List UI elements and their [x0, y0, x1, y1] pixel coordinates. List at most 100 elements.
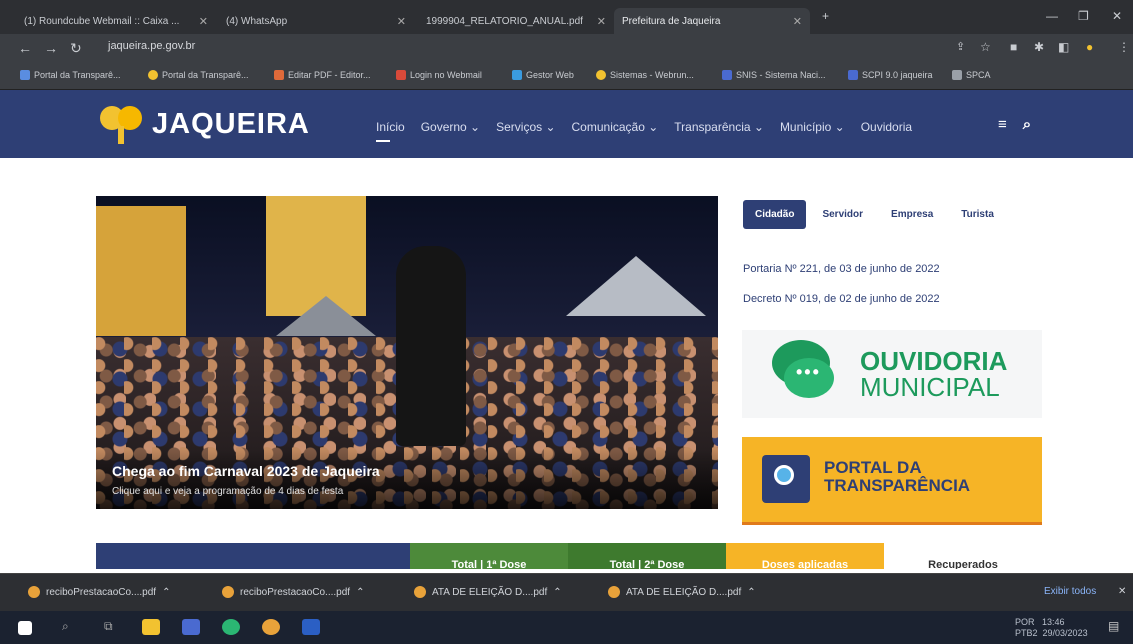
- bookmark-item[interactable]: Gestor Web: [512, 70, 574, 80]
- download-label: reciboPrestacaoCo....pdf: [240, 586, 351, 598]
- reload-icon[interactable]: ↻: [70, 40, 82, 57]
- bookmark-label: Editar PDF - Editor...: [288, 70, 371, 80]
- tab-servidor[interactable]: Servidor: [810, 200, 875, 229]
- nav-item-municipio[interactable]: Município ⌄: [780, 120, 845, 134]
- chevron-up-icon[interactable]: ⌃: [356, 587, 364, 598]
- show-all-downloads-link[interactable]: Exibir todos: [1044, 586, 1096, 597]
- close-icon[interactable]: ✕: [1118, 586, 1126, 597]
- system-tray-clock[interactable]: POR 13:46 PTB2 29/03/2023: [1015, 617, 1088, 639]
- link-portaria[interactable]: Portaria Nº 221, de 03 de junho de 2022: [743, 254, 940, 284]
- tab-prefeitura-jaqueira[interactable]: Prefeitura de Jaqueira ✕: [614, 8, 810, 34]
- language-indicator: POR: [1015, 617, 1035, 627]
- sidebar-icon[interactable]: ◧: [1058, 40, 1069, 54]
- bookmark-label: Login no Webmail: [410, 70, 482, 80]
- main-nav: Início Governo ⌄ Serviços ⌄ Comunicação …: [376, 120, 912, 142]
- stats-strip-cell: Recuperados: [884, 543, 1042, 569]
- hero-building: [96, 206, 186, 336]
- hero-subtitle: Clique aqui e veja a programação de 4 di…: [112, 486, 344, 497]
- download-item[interactable]: ATA DE ELEIÇÃO D....pdf ⌃: [608, 586, 756, 598]
- download-label: reciboPrestacaoCo....pdf: [46, 586, 157, 598]
- search-icon[interactable]: ⌕: [1023, 116, 1031, 133]
- ouvidoria-banner[interactable]: ••• OUVIDORIA MUNICIPAL: [742, 330, 1042, 418]
- nav-item-inicio[interactable]: Início: [376, 120, 405, 142]
- bookmark-item[interactable]: Sistemas - Webrun...: [596, 70, 694, 80]
- forward-icon[interactable]: →: [44, 40, 58, 56]
- store-icon[interactable]: [182, 619, 200, 635]
- site-header: JAQUEIRA Início Governo ⌄ Serviços ⌄ Com…: [0, 90, 1133, 158]
- audience-tabs: Cidadão Servidor Empresa Turista: [743, 200, 1006, 229]
- share-icon[interactable]: ⇪: [956, 40, 965, 53]
- bookmark-item[interactable]: SPCA: [952, 70, 991, 80]
- pdf-icon: [608, 586, 620, 598]
- tab-turista[interactable]: Turista: [949, 200, 1006, 229]
- tab-roundcube[interactable]: (1) Roundcube Webmail :: Caixa ... ✕: [16, 8, 216, 34]
- chevron-up-icon[interactable]: ⌃: [553, 587, 561, 598]
- back-icon[interactable]: ←: [18, 40, 32, 56]
- tab-whatsapp[interactable]: (4) WhatsApp ✕: [218, 8, 414, 34]
- hero-tent: [566, 256, 706, 316]
- bookmark-item[interactable]: Portal da Transparê...: [20, 70, 121, 80]
- bookmark-item[interactable]: Login no Webmail: [396, 70, 482, 80]
- notifications-icon[interactable]: ▤: [1108, 619, 1126, 635]
- bookmark-item[interactable]: Editar PDF - Editor...: [274, 70, 371, 80]
- pdf-icon: [414, 586, 426, 598]
- transparencia-line1: PORTAL DA: [824, 458, 922, 477]
- chevron-up-icon[interactable]: ⌃: [162, 587, 170, 598]
- extension-icon[interactable]: ■: [1010, 40, 1017, 54]
- tab-empresa[interactable]: Empresa: [879, 200, 945, 229]
- windows-start-icon[interactable]: [18, 621, 32, 635]
- hero-title[interactable]: Chega ao fim Carnaval 2023 de Jaqueira: [112, 463, 380, 479]
- site-logo[interactable]: JAQUEIRA: [98, 104, 310, 144]
- star-icon[interactable]: ☆: [980, 40, 991, 54]
- tab-label: (4) WhatsApp: [226, 15, 288, 27]
- tab-relatorio-pdf[interactable]: 1999904_RELATORIO_ANUAL.pdf ✕: [418, 8, 614, 34]
- edge-icon[interactable]: [222, 619, 240, 635]
- chrome-icon[interactable]: [262, 619, 280, 635]
- chevron-up-icon[interactable]: ⌃: [747, 587, 755, 598]
- nav-item-transparencia[interactable]: Transparência ⌄: [674, 120, 764, 134]
- close-icon[interactable]: ✕: [793, 15, 802, 28]
- nav-item-servicos[interactable]: Serviços ⌄: [496, 120, 555, 134]
- download-item[interactable]: ATA DE ELEIÇÃO D....pdf ⌃: [414, 586, 562, 598]
- minimize-button[interactable]: —: [1046, 9, 1058, 23]
- link-decreto[interactable]: Decreto Nº 019, de 02 de junho de 2022: [743, 284, 940, 314]
- bookmark-item[interactable]: Portal da Transparê...: [148, 70, 249, 80]
- hero-giant-puppet: [396, 246, 466, 446]
- tab-label: Prefeitura de Jaqueira: [622, 15, 721, 27]
- hero-tent: [276, 296, 376, 336]
- download-item[interactable]: reciboPrestacaoCo....pdf ⌃: [222, 586, 364, 598]
- maximize-button[interactable]: ❐: [1078, 9, 1089, 23]
- profile-icon[interactable]: ●: [1086, 40, 1093, 54]
- hamburger-menu-icon[interactable]: ≡: [998, 116, 1007, 133]
- stats-strip-cell: [96, 543, 410, 569]
- bookmark-item[interactable]: SCPI 9.0 jaqueira: [848, 70, 933, 80]
- chat-dots-icon: •••: [796, 362, 821, 382]
- nav-item-comunicacao[interactable]: Comunicação ⌄: [572, 120, 659, 134]
- word-icon[interactable]: [302, 619, 320, 635]
- bookmark-label: SPCA: [966, 70, 991, 80]
- nav-item-ouvidoria[interactable]: Ouvidoria: [861, 120, 912, 134]
- close-icon[interactable]: ✕: [199, 15, 208, 28]
- download-item[interactable]: reciboPrestacaoCo....pdf ⌃: [28, 586, 170, 598]
- close-icon[interactable]: ✕: [397, 15, 406, 28]
- transparencia-banner[interactable]: PORTAL DA TRANSPARÊNCIA: [742, 437, 1042, 525]
- news-links: Portaria Nº 221, de 03 de junho de 2022 …: [743, 254, 940, 314]
- nav-item-governo[interactable]: Governo ⌄: [421, 120, 480, 134]
- clock-time: 13:46: [1042, 617, 1065, 627]
- close-icon[interactable]: ✕: [597, 15, 606, 28]
- url-field[interactable]: jaqueira.pe.gov.br: [108, 40, 195, 52]
- tab-cidadao[interactable]: Cidadão: [743, 200, 807, 229]
- transparencia-line2: TRANSPARÊNCIA: [824, 476, 971, 495]
- stats-strip-cell: Total | 2ª Dose: [568, 543, 726, 569]
- kebab-menu-icon[interactable]: ⋮: [1118, 40, 1130, 54]
- hero-banner[interactable]: Chega ao fim Carnaval 2023 de Jaqueira C…: [96, 196, 718, 509]
- window-close-button[interactable]: ✕: [1112, 9, 1122, 23]
- download-label: ATA DE ELEIÇÃO D....pdf: [626, 586, 742, 598]
- bookmark-item[interactable]: SNIS - Sistema Naci...: [722, 70, 826, 80]
- search-icon[interactable]: ⌕: [62, 619, 80, 635]
- file-explorer-icon[interactable]: [142, 619, 160, 635]
- ouvidoria-title: OUVIDORIA: [860, 346, 1008, 376]
- task-view-icon[interactable]: ⧉: [104, 619, 122, 635]
- new-tab-button[interactable]: +: [822, 9, 829, 23]
- puzzle-icon[interactable]: ✱: [1034, 40, 1044, 54]
